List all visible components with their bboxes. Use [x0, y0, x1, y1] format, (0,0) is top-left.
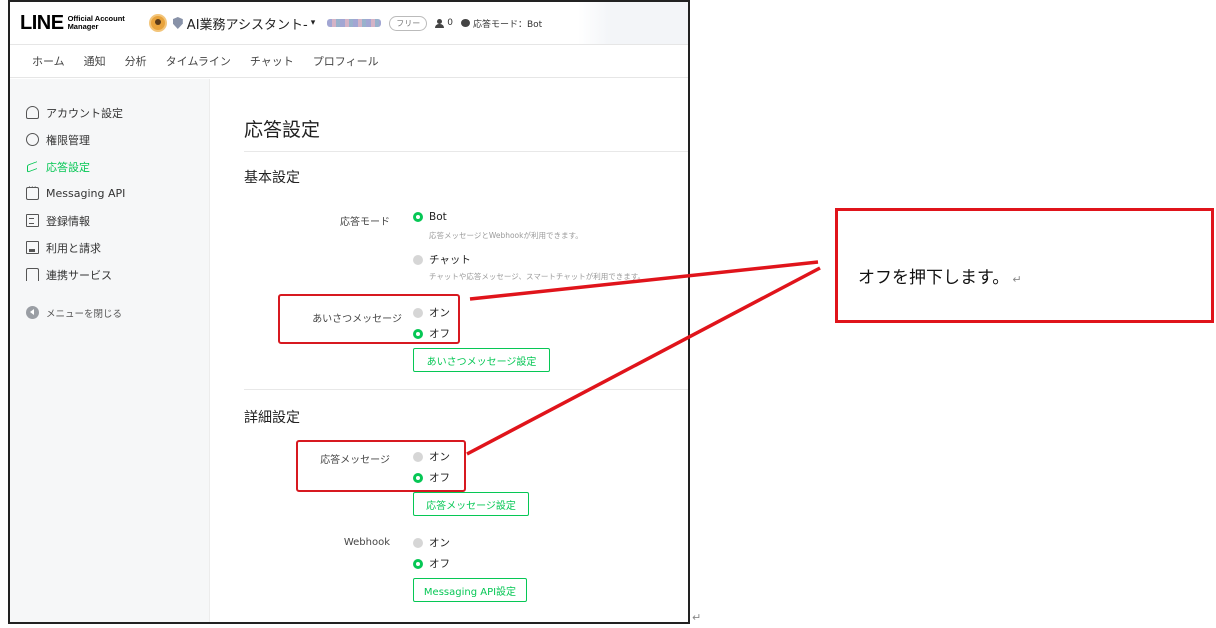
tab-profile[interactable]: プロフィール: [313, 53, 379, 69]
main-nav: ホーム 通知 分析 タイムライン チャット プロフィール: [10, 44, 688, 78]
radio-selected-icon: [413, 212, 423, 222]
collapse-menu-button[interactable]: メニューを閉じる: [10, 299, 209, 326]
message-icon: [26, 183, 39, 200]
callout-message: オフを押下します。: [858, 268, 1010, 288]
header-right-area: [578, 2, 688, 44]
tab-home[interactable]: ホーム: [32, 53, 65, 69]
messaging-api-settings-button[interactable]: Messaging API設定: [413, 578, 527, 602]
radio-webhook-on[interactable]: オン: [413, 535, 450, 550]
radio-mode-bot[interactable]: Bot: [413, 211, 447, 223]
radio-label: オン: [429, 537, 450, 549]
tab-notifications[interactable]: 通知: [84, 53, 106, 69]
radio-label: チャット: [429, 254, 471, 266]
friend-count: 0: [447, 18, 453, 28]
tab-analytics[interactable]: 分析: [125, 53, 147, 69]
sidebar-item-usage-billing[interactable]: 利用と請求: [10, 234, 209, 261]
chevron-down-icon[interactable]: ▾: [311, 18, 316, 28]
highlight-auto-reply: [296, 440, 466, 492]
section-title-detail: 詳細設定: [244, 410, 300, 426]
logo-subtitle-line-2: Manager: [67, 22, 99, 31]
sidebar-item-label: 登録情報: [46, 214, 90, 228]
radio-unselected-icon: [413, 537, 423, 548]
top-header: LINE Official Account Manager AI業務アシスタント…: [10, 2, 688, 44]
account-name[interactable]: AI業務アシスタント-: [187, 14, 308, 33]
callout-text: オフを押下します。 ↵: [858, 263, 1022, 288]
return-mark: ↵: [1012, 273, 1022, 286]
tab-chat[interactable]: チャット: [250, 53, 294, 69]
webhook-label: Webhook: [343, 537, 390, 548]
sidebar-item-label: 利用と請求: [46, 241, 101, 255]
mode-chat-description: チャットや応答メッセージ、スマートチャットが利用できます。: [429, 272, 645, 281]
page-title: 応答設定: [244, 119, 321, 141]
chat-bubble-icon: [460, 19, 470, 27]
reply-icon: [26, 160, 39, 173]
logo-subtitle: Official Account Manager: [68, 15, 125, 31]
radio-mode-chat[interactable]: チャット: [413, 252, 471, 267]
document-icon: [26, 214, 39, 227]
collapse-icon: [26, 306, 39, 319]
divider: [244, 151, 688, 152]
sidebar-item-permissions[interactable]: 権限管理: [10, 126, 209, 153]
return-mark: ↵: [692, 611, 702, 624]
screenshot-frame: LINE Official Account Manager AI業務アシスタント…: [8, 0, 690, 624]
sidebar-item-label: アカウント設定: [46, 106, 123, 120]
divider: [244, 389, 688, 390]
radio-unselected-icon: [413, 254, 423, 265]
sidebar: アカウント設定 権限管理 応答設定 Messaging API 登録情報 利用と…: [10, 79, 210, 622]
mode-bot-description: 応答メッセージとWebhookが利用できます。: [429, 231, 583, 240]
instruction-callout: オフを押下します。 ↵: [835, 208, 1214, 323]
sidebar-item-label: Messaging API: [46, 187, 126, 200]
sidebar-item-registration-info[interactable]: 登録情報: [10, 207, 209, 234]
friend-icon: [435, 18, 445, 28]
section-title-basic: 基本設定: [244, 170, 300, 186]
line-logo[interactable]: LINE: [20, 12, 64, 35]
sidebar-item-messaging-api[interactable]: Messaging API: [10, 180, 209, 207]
sidebar-item-label: 応答設定: [46, 160, 90, 174]
collapse-menu-label: メニューを閉じる: [46, 308, 123, 320]
sidebar-item-label: 権限管理: [46, 133, 90, 147]
plan-badge: フリー: [389, 15, 428, 31]
radio-selected-icon: [413, 558, 423, 569]
sidebar-item-linked-services[interactable]: 連携サービス: [10, 261, 209, 288]
sidebar-item-account-settings[interactable]: アカウント設定: [10, 99, 209, 126]
greeting-settings-button[interactable]: あいさつメッセージ設定: [413, 348, 550, 372]
bill-icon: [26, 241, 39, 254]
sidebar-item-label: 連携サービス: [46, 268, 112, 282]
radio-webhook-off[interactable]: オフ: [413, 556, 450, 571]
main-content: 応答設定 基本設定 応答モード Bot 応答メッセージとWebhookが利用でき…: [210, 79, 688, 622]
sidebar-item-response-settings[interactable]: 応答設定: [10, 153, 209, 180]
highlight-greeting-message: [278, 294, 460, 344]
response-mode-label: 応答モード: [340, 217, 390, 228]
auto-reply-settings-button[interactable]: 応答メッセージ設定: [413, 492, 529, 516]
link-icon: [26, 268, 39, 281]
group-icon: [26, 133, 39, 146]
blurred-account-id: [327, 19, 382, 27]
account-avatar[interactable]: [148, 14, 167, 32]
radio-label: Bot: [429, 211, 447, 223]
response-mode-status: 応答モード：Bot: [472, 19, 543, 30]
verified-shield-icon: [172, 17, 183, 29]
person-icon: [26, 106, 39, 119]
tab-timeline[interactable]: タイムライン: [166, 53, 231, 69]
radio-label: オフ: [429, 558, 450, 570]
